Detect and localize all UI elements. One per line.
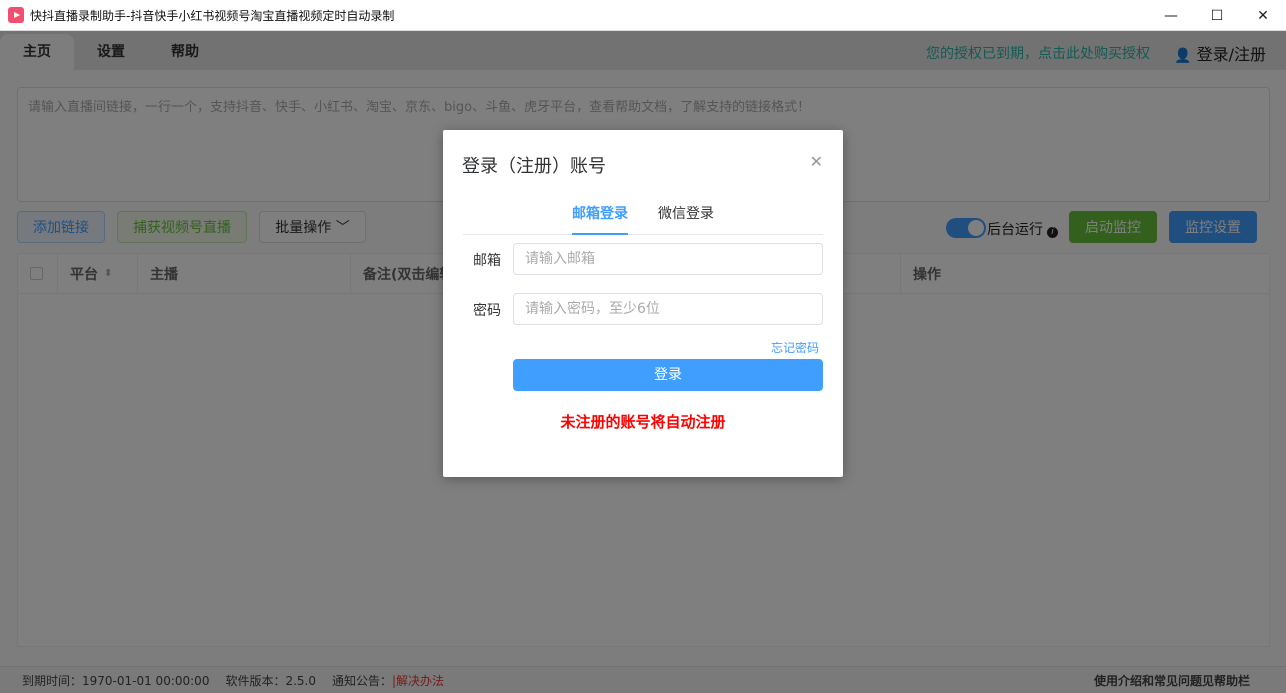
tab-wechat-login[interactable]: 微信登录	[658, 202, 714, 235]
login-button[interactable]: 登录	[513, 359, 823, 391]
close-button[interactable]: ✕	[1240, 0, 1286, 31]
login-tabs: 邮箱登录 微信登录	[463, 202, 823, 235]
email-label: 邮箱	[473, 253, 501, 269]
close-icon[interactable]: ✕	[810, 152, 823, 171]
forgot-password-link[interactable]: 忘记密码	[771, 339, 819, 356]
title-bar: 快抖直播录制助手-抖音快手小红书视频号淘宝直播视频定时自动录制 — ☐ ✕	[0, 0, 1286, 31]
login-dialog: 登录（注册）账号 ✕ 邮箱登录 微信登录 邮箱 请输入邮箱 密码 请输入密码，至…	[443, 130, 843, 477]
password-label: 密码	[473, 303, 501, 319]
maximize-button[interactable]: ☐	[1194, 0, 1240, 31]
tab-email-login[interactable]: 邮箱登录	[572, 202, 628, 235]
app-icon	[8, 7, 24, 23]
password-field[interactable]: 请输入密码，至少6位	[513, 293, 823, 325]
window-title: 快抖直播录制助手-抖音快手小红书视频号淘宝直播视频定时自动录制	[30, 8, 395, 23]
auto-register-note: 未注册的账号将自动注册	[560, 413, 726, 431]
minimize-button[interactable]: —	[1148, 0, 1194, 31]
email-field[interactable]: 请输入邮箱	[513, 243, 823, 275]
dialog-title: 登录（注册）账号	[462, 156, 606, 177]
